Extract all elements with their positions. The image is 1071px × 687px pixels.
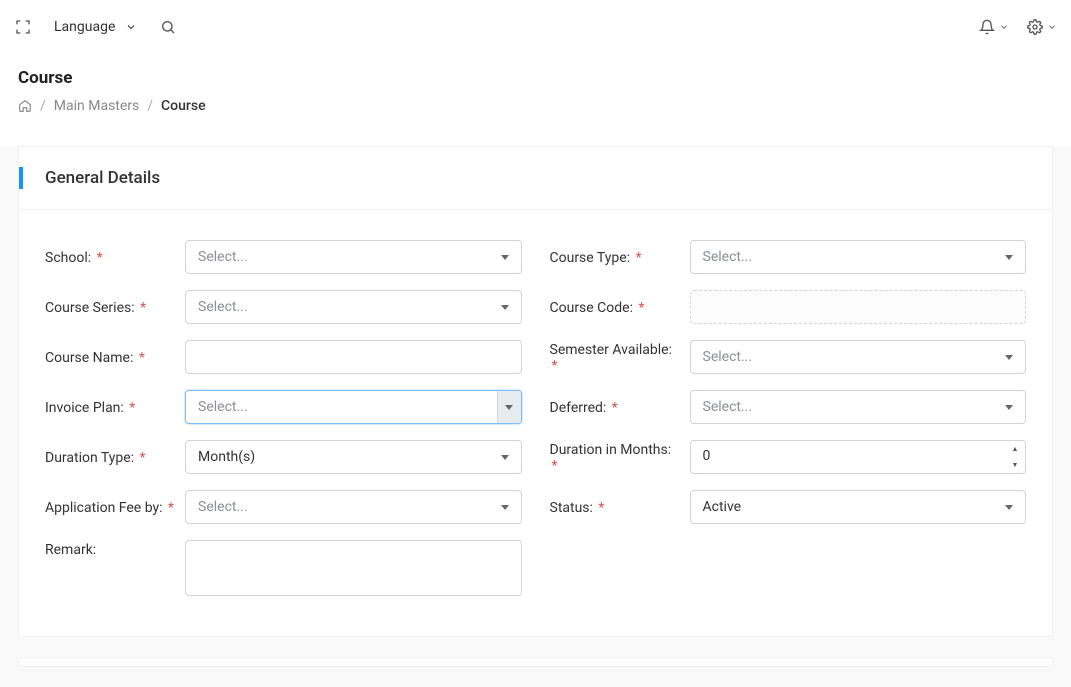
course-series-label: Course Series: * bbox=[45, 298, 175, 316]
remark-label: Remark: bbox=[45, 540, 175, 558]
semester-available-select[interactable]: Select... bbox=[690, 340, 1027, 374]
invoice-plan-select[interactable]: Select... bbox=[185, 390, 522, 424]
chevron-down-icon bbox=[505, 405, 513, 410]
chevron-down-icon bbox=[1005, 255, 1013, 260]
remark-textarea[interactable] bbox=[185, 540, 522, 596]
breadcrumb-separator: / bbox=[147, 98, 153, 114]
chevron-down-icon bbox=[501, 455, 509, 460]
course-series-select[interactable]: Select... bbox=[185, 290, 522, 324]
status-select[interactable]: Active bbox=[690, 490, 1027, 524]
chevron-down-icon bbox=[1005, 505, 1013, 510]
semester-available-label: Semester Available: * bbox=[550, 340, 680, 374]
breadcrumb-main-masters[interactable]: Main Masters bbox=[54, 98, 139, 114]
school-label: School: * bbox=[45, 248, 175, 266]
page-content: General Details School: * Select... bbox=[0, 146, 1071, 687]
select-caret bbox=[497, 391, 521, 423]
duration-type-label: Duration Type: * bbox=[45, 448, 175, 466]
chevron-down-icon bbox=[1005, 405, 1013, 410]
settings-menu[interactable] bbox=[1027, 19, 1057, 35]
duration-type-select[interactable]: Month(s) bbox=[185, 440, 522, 474]
status-label: Status: * bbox=[550, 498, 680, 516]
course-code-label: Course Code: * bbox=[550, 298, 680, 316]
topbar-right bbox=[979, 19, 1057, 35]
course-code-input[interactable] bbox=[690, 290, 1027, 324]
fullscreen-icon[interactable] bbox=[14, 18, 32, 36]
application-fee-by-select[interactable]: Select... bbox=[185, 490, 522, 524]
notifications-menu[interactable] bbox=[979, 19, 1009, 35]
chevron-down-icon bbox=[501, 505, 509, 510]
topbar-left: Language bbox=[14, 18, 177, 36]
card-header: General Details bbox=[19, 147, 1052, 210]
breadcrumb-current: Course bbox=[161, 98, 206, 114]
chevron-down-icon bbox=[501, 255, 509, 260]
application-fee-by-label: Application Fee by: * bbox=[45, 498, 175, 516]
chevron-down-icon bbox=[1005, 355, 1013, 360]
duration-months-label: Duration in Months: * bbox=[550, 440, 680, 474]
language-dropdown[interactable]: Language bbox=[54, 19, 137, 35]
accent-bar bbox=[19, 167, 23, 189]
card-title: General Details bbox=[37, 168, 160, 188]
duration-months-input[interactable]: 0 ▲ ▼ bbox=[690, 440, 1027, 474]
chevron-down-icon bbox=[501, 305, 509, 310]
number-spinner: ▲ ▼ bbox=[1005, 441, 1025, 473]
spinner-up[interactable]: ▲ bbox=[1005, 441, 1025, 457]
next-card bbox=[18, 657, 1053, 667]
home-icon[interactable] bbox=[18, 99, 32, 113]
spinner-down[interactable]: ▼ bbox=[1005, 457, 1025, 473]
gear-icon bbox=[1027, 19, 1043, 35]
language-label: Language bbox=[54, 19, 115, 35]
breadcrumb-separator: / bbox=[40, 98, 46, 114]
deferred-select[interactable]: Select... bbox=[690, 390, 1027, 424]
chevron-down-icon bbox=[999, 22, 1009, 32]
breadcrumb: / Main Masters / Course bbox=[18, 98, 1053, 114]
chevron-down-icon bbox=[125, 21, 137, 33]
course-type-label: Course Type: * bbox=[550, 248, 680, 266]
course-name-label: Course Name: * bbox=[45, 348, 175, 366]
search-icon[interactable] bbox=[159, 18, 177, 36]
topbar: Language bbox=[0, 0, 1071, 54]
school-select[interactable]: Select... bbox=[185, 240, 522, 274]
bell-icon bbox=[979, 19, 995, 35]
invoice-plan-label: Invoice Plan: * bbox=[45, 398, 175, 416]
chevron-down-icon bbox=[1047, 22, 1057, 32]
deferred-label: Deferred: * bbox=[550, 398, 680, 416]
course-name-input[interactable] bbox=[185, 340, 522, 374]
general-details-card: General Details School: * Select... bbox=[18, 146, 1053, 637]
page-title: Course bbox=[18, 68, 1053, 88]
course-type-select[interactable]: Select... bbox=[690, 240, 1027, 274]
